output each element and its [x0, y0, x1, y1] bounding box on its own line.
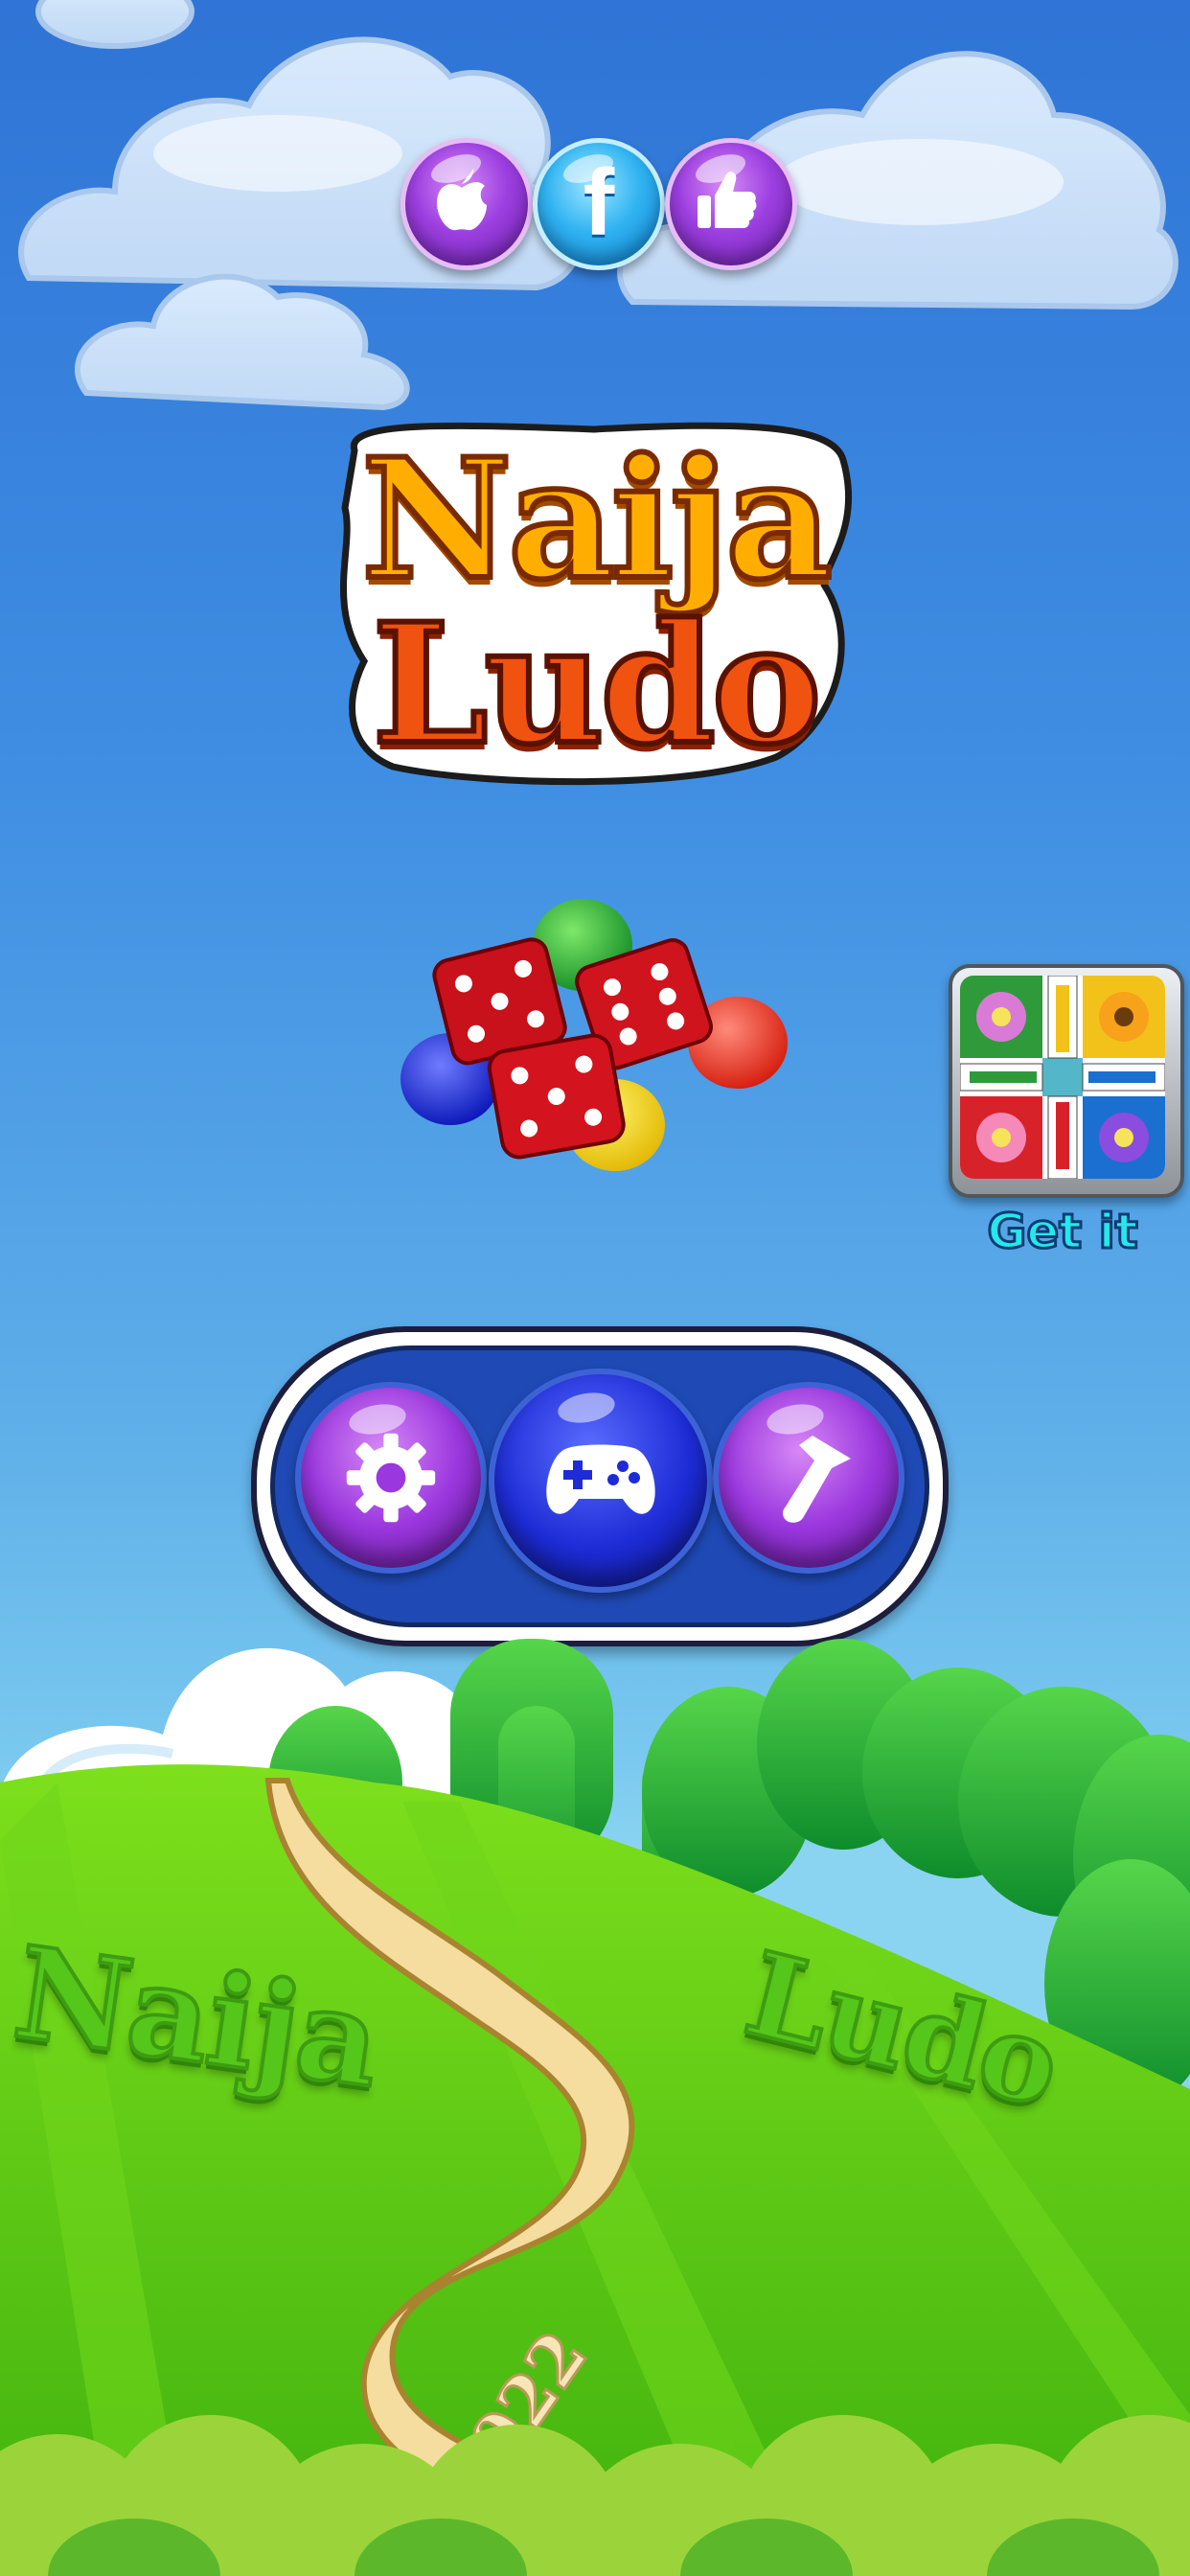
share-button[interactable] — [713, 1382, 904, 1574]
gear-icon — [346, 1433, 436, 1523]
button-shine — [555, 1389, 618, 1427]
dice-and-tokens-illustration — [400, 899, 788, 1171]
promo-ludo-game[interactable] — [949, 964, 1184, 1198]
die — [487, 1033, 626, 1160]
facebook-button[interactable]: f — [533, 138, 665, 270]
promo-get-it-label[interactable]: Get it — [949, 1203, 1177, 1261]
thumbs-up-icon — [698, 172, 757, 228]
apple-button[interactable] — [400, 138, 533, 270]
logo-line-2: Ludo — [370, 584, 825, 784]
settings-button[interactable] — [295, 1382, 487, 1574]
gamepad-icon — [546, 1444, 655, 1514]
arrow-up-right-icon — [783, 1436, 851, 1523]
like-button[interactable] — [665, 138, 797, 270]
facebook-icon: f — [583, 150, 615, 255]
apple-icon — [437, 169, 487, 231]
ludo-board-thumbnail — [960, 976, 1165, 1179]
